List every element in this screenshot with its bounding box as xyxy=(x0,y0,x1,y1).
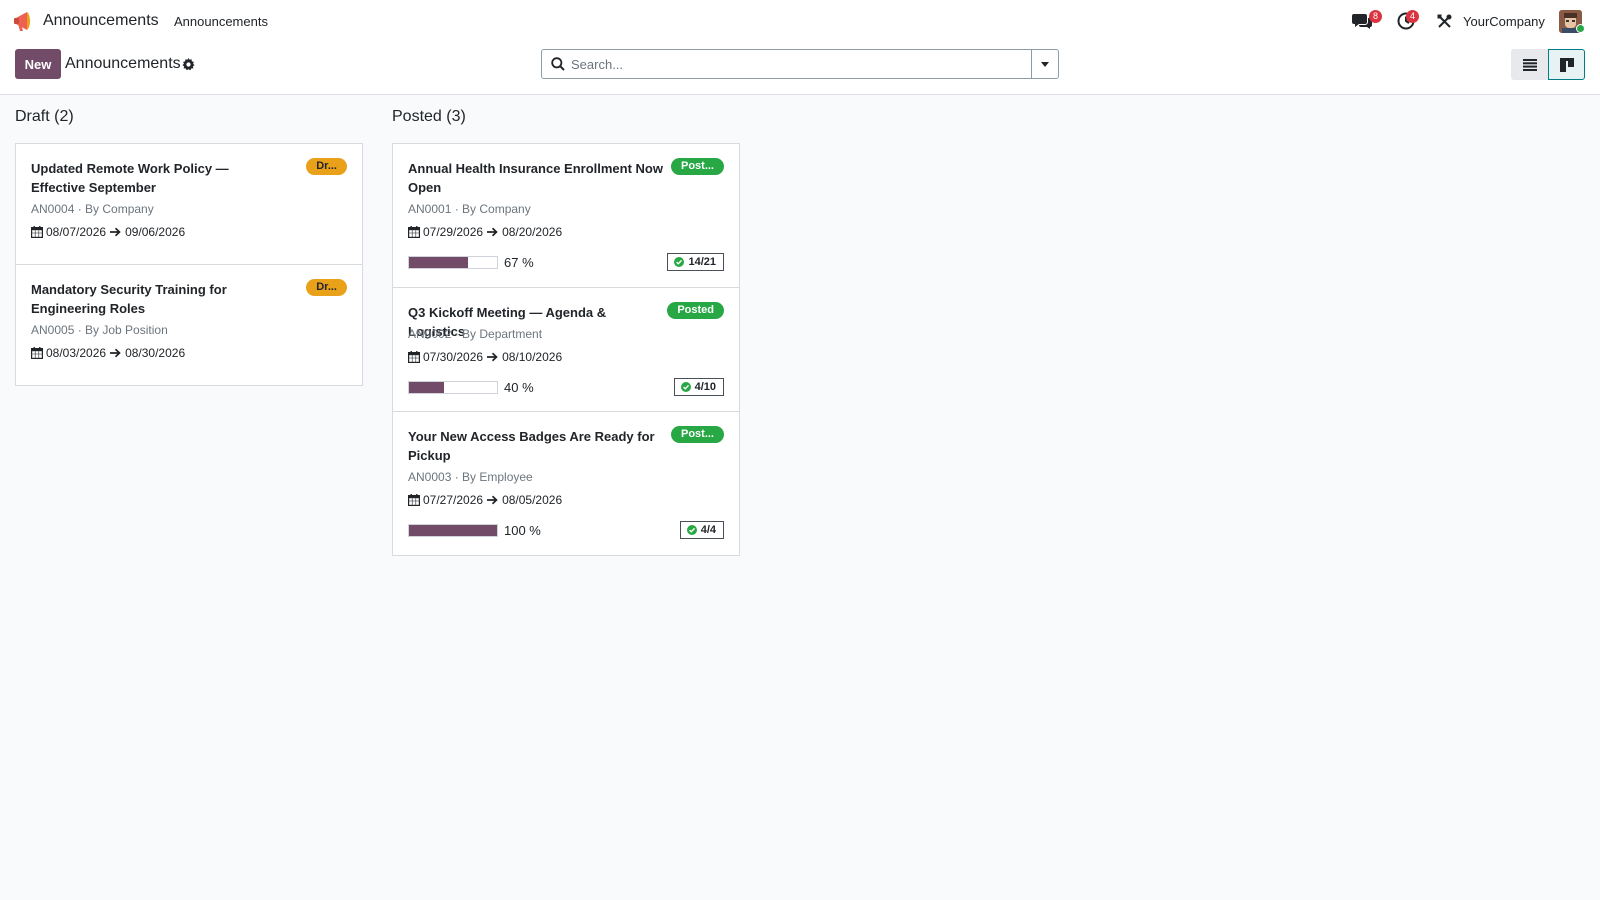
card-date-range: 07/30/2026 08/10/2026 xyxy=(408,350,562,364)
state-badge[interactable]: Posted xyxy=(667,302,724,319)
column-header-draft[interactable]: Draft (2) xyxy=(15,108,74,126)
card-date-range: 07/29/2026 08/20/2026 xyxy=(408,225,562,239)
card-title: Your New Access Badges Are Ready for Pic… xyxy=(408,429,655,463)
state-badge[interactable]: Post... xyxy=(670,158,724,175)
progress-fill xyxy=(409,257,468,268)
kanban-view-button[interactable] xyxy=(1548,49,1585,80)
card-reference: AN0005 · By Job Position xyxy=(31,323,168,337)
acknowledgement-count: 4/10 xyxy=(694,381,716,393)
list-view-icon xyxy=(1522,58,1537,71)
page-title: Announcements xyxy=(65,55,181,72)
arrow-right-icon xyxy=(487,352,498,362)
date-to: 09/06/2026 xyxy=(125,225,186,239)
calendar-icon xyxy=(31,226,43,238)
company-switcher[interactable]: YourCompany xyxy=(1463,14,1545,29)
progress-label: 100 % xyxy=(504,523,541,538)
tools-icon[interactable] xyxy=(1437,14,1452,29)
calendar-icon xyxy=(408,494,420,506)
progress-label: 67 % xyxy=(504,255,534,270)
date-to: 08/30/2026 xyxy=(125,346,186,360)
acknowledgement-count: 4/4 xyxy=(700,524,716,536)
menu-announcements[interactable]: Announcements xyxy=(174,14,268,29)
announcement-card[interactable]: Updated Remote Work Policy — Effective S… xyxy=(15,143,363,265)
view-switcher xyxy=(1511,49,1585,80)
acknowledgement-badge[interactable]: 4/4 xyxy=(679,521,724,539)
card-date-range: 08/03/2026 08/30/2026 xyxy=(31,346,185,360)
date-to: 08/10/2026 xyxy=(502,350,563,364)
calendar-icon xyxy=(408,226,420,238)
search-icon xyxy=(551,57,565,71)
card-date-range: 07/27/2026 08/05/2026 xyxy=(408,493,562,507)
date-from: 07/29/2026 xyxy=(423,225,484,239)
card-reference: AN0002 · By Department xyxy=(408,327,543,341)
check-circle-icon xyxy=(686,525,697,535)
card-title: Mandatory Security Training for Engineer… xyxy=(31,282,227,316)
date-from: 08/03/2026 xyxy=(46,346,107,360)
card-reference: AN0001 · By Company xyxy=(408,202,531,216)
online-status-dot xyxy=(1576,24,1585,33)
announcement-card[interactable]: Mandatory Security Training for Engineer… xyxy=(15,264,363,386)
search-bar xyxy=(541,49,1059,79)
search-input[interactable] xyxy=(571,50,1022,78)
check-circle-icon xyxy=(680,382,691,392)
arrow-right-icon xyxy=(487,495,498,505)
check-circle-icon xyxy=(674,257,685,267)
date-to: 08/05/2026 xyxy=(502,493,563,507)
search-options-toggle[interactable] xyxy=(1031,50,1058,78)
arrow-right-icon xyxy=(110,348,121,358)
state-badge[interactable]: Dr... xyxy=(306,279,347,296)
app-name[interactable]: Announcements xyxy=(43,12,159,30)
acknowledgement-progress-bar xyxy=(408,524,498,537)
messages-count-badge: 8 xyxy=(1369,10,1382,23)
announcement-card[interactable]: Q3 Kickoff Meeting — Agenda & Logistics … xyxy=(392,287,740,412)
card-title: Updated Remote Work Policy — Effective S… xyxy=(31,161,229,195)
kanban-view-icon xyxy=(1559,57,1574,72)
caret-down-icon xyxy=(1041,61,1049,67)
top-navbar: Announcements Announcements 8 4 YourComp… xyxy=(0,0,1600,42)
progress-fill xyxy=(409,382,445,393)
acknowledgement-progress-bar xyxy=(408,381,498,394)
announcement-card[interactable]: Annual Health Insurance Enrollment Now O… xyxy=(392,143,740,288)
acknowledgement-badge[interactable]: 14/21 xyxy=(667,253,724,271)
calendar-icon xyxy=(31,347,43,359)
calendar-icon xyxy=(408,351,420,363)
date-from: 08/07/2026 xyxy=(46,225,107,239)
progress-label: 40 % xyxy=(504,380,534,395)
announcement-card[interactable]: Your New Access Badges Are Ready for Pic… xyxy=(392,411,740,556)
new-button[interactable]: New xyxy=(15,49,61,79)
state-badge[interactable]: Dr... xyxy=(306,158,347,175)
card-reference: AN0003 · By Employee xyxy=(408,470,533,484)
card-title: Annual Health Insurance Enrollment Now O… xyxy=(408,161,663,195)
column-header-posted[interactable]: Posted (3) xyxy=(392,108,466,126)
acknowledgement-progress-bar xyxy=(408,256,498,269)
arrow-right-icon xyxy=(487,227,498,237)
date-from: 07/27/2026 xyxy=(423,493,484,507)
gear-icon[interactable] xyxy=(182,58,195,71)
date-to: 08/20/2026 xyxy=(502,225,563,239)
acknowledgement-count: 14/21 xyxy=(688,256,716,268)
activities-count-badge: 4 xyxy=(1406,10,1419,23)
control-panel: New Announcements xyxy=(0,42,1600,95)
card-reference: AN0004 · By Company xyxy=(31,202,154,216)
date-from: 07/30/2026 xyxy=(423,350,484,364)
list-view-button[interactable] xyxy=(1511,49,1548,80)
acknowledgement-badge[interactable]: 4/10 xyxy=(673,378,724,396)
state-badge[interactable]: Post... xyxy=(670,426,724,443)
megaphone-app-icon[interactable] xyxy=(13,9,35,33)
card-date-range: 08/07/2026 09/06/2026 xyxy=(31,225,185,239)
progress-fill xyxy=(409,525,497,536)
arrow-right-icon xyxy=(110,227,121,237)
